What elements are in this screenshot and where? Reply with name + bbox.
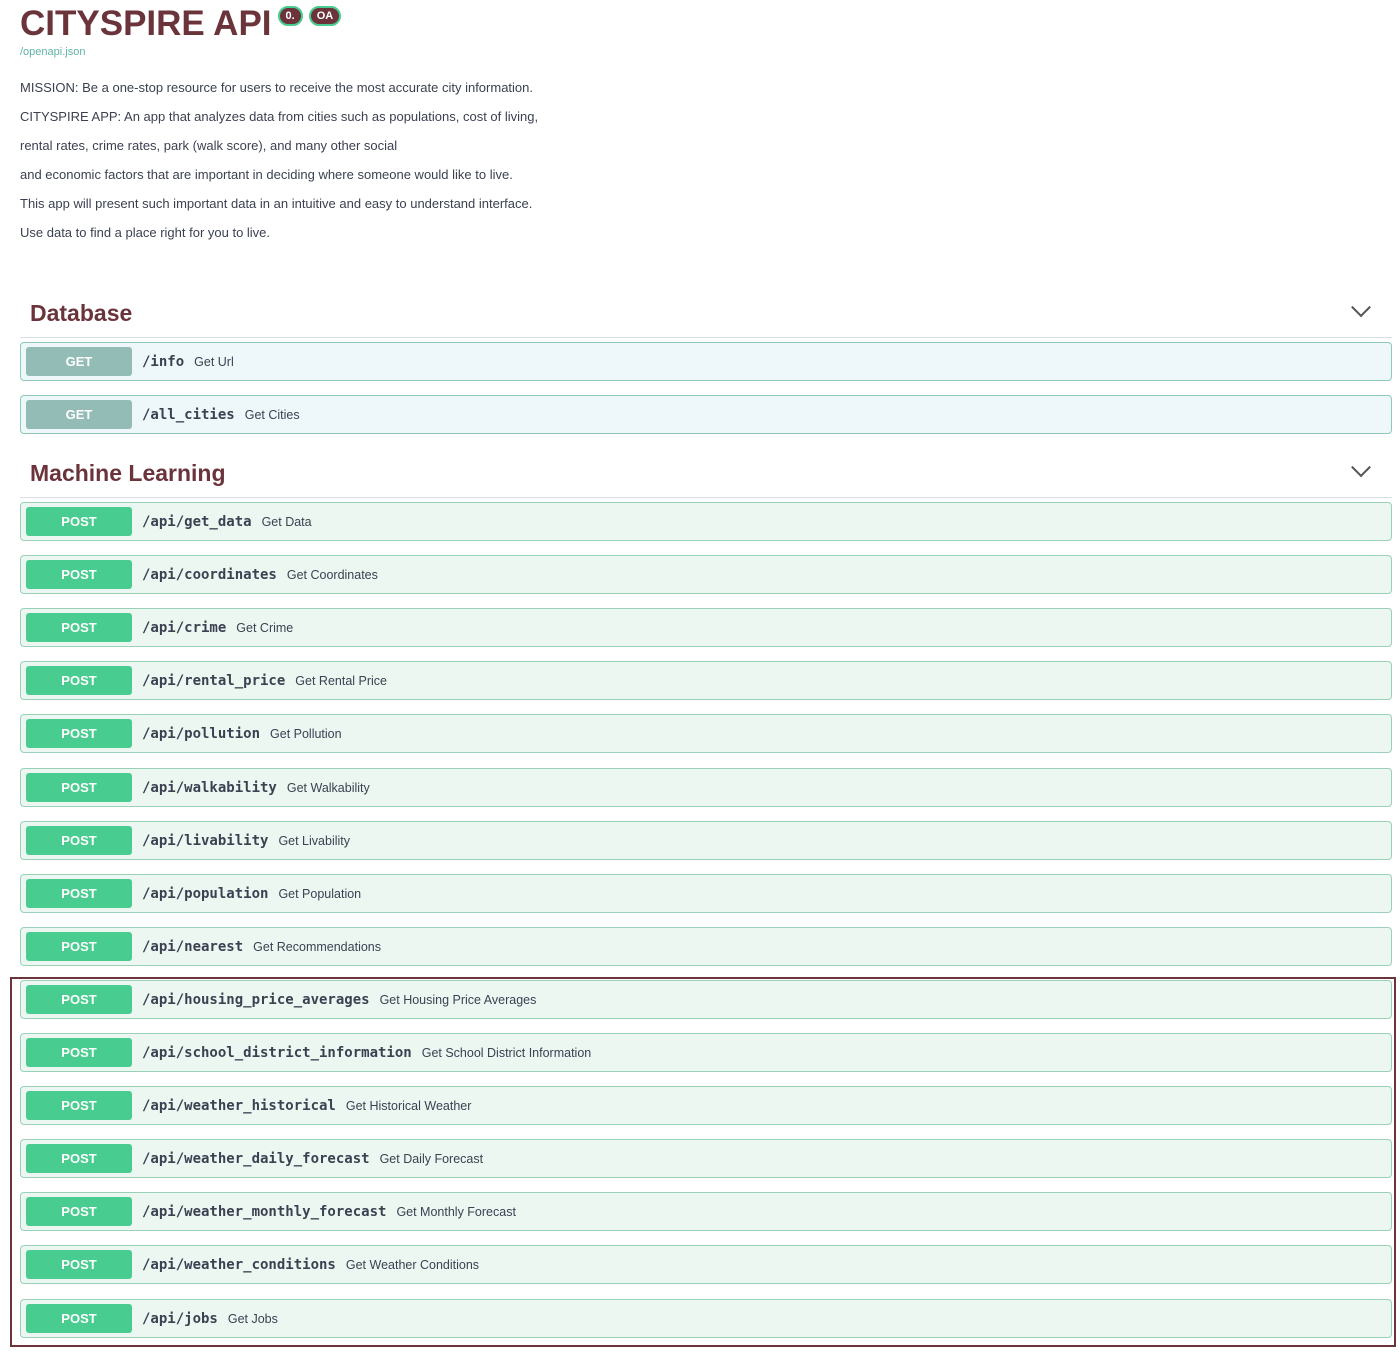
- endpoint-path: /api/pollution: [142, 725, 261, 742]
- method-badge: GET: [26, 400, 132, 429]
- operation-row[interactable]: POST/api/population Get Population: [20, 874, 1392, 913]
- endpoint-summary: Get Coordinates: [286, 567, 378, 582]
- endpoint-summary: Get Pollution: [270, 726, 342, 741]
- operation-row[interactable]: POST/api/rental_price Get Rental Price: [20, 661, 1392, 700]
- endpoint-path: /api/coordinates: [142, 566, 277, 583]
- oas-badge: OA: [308, 6, 342, 26]
- section-title: Machine Learning: [30, 459, 226, 486]
- page-title: CITYSPIRE API 0. OA: [20, 4, 342, 44]
- chevron-down-icon[interactable]: [1351, 457, 1371, 478]
- endpoint-path: /api/crime: [142, 619, 227, 636]
- method-badge: POST: [26, 932, 132, 961]
- endpoint-summary: Get Livability: [278, 833, 350, 848]
- method-badge: POST: [26, 507, 132, 536]
- endpoint-summary: Get Recommendations: [253, 939, 381, 954]
- openapi-json-link[interactable]: /openapi.json: [20, 46, 85, 58]
- operation-row[interactable]: POST/api/crime Get Crime: [20, 608, 1392, 647]
- endpoint-summary: Get Rental Price: [295, 673, 388, 688]
- method-badge: POST: [26, 666, 132, 695]
- endpoint-summary: Get Data: [261, 514, 312, 529]
- operation-row[interactable]: POST/api/get_data Get Data: [20, 502, 1392, 541]
- endpoint-summary: Get Population: [278, 886, 362, 901]
- endpoint-path: /api/get_data: [142, 513, 252, 530]
- version-badge: 0.: [277, 6, 303, 26]
- operation-row[interactable]: GET/all_cities Get Cities: [20, 395, 1392, 434]
- section-header-database[interactable]: Database: [20, 289, 1392, 338]
- endpoint-path: /api/nearest: [142, 938, 244, 955]
- endpoint-summary: Get Url: [194, 354, 234, 369]
- operation-row[interactable]: POST/api/pollution Get Pollution: [20, 714, 1392, 753]
- operation-row[interactable]: POST/api/walkability Get Walkability: [20, 768, 1392, 807]
- endpoint-summary: Get Cities: [244, 407, 300, 422]
- method-badge: POST: [26, 613, 132, 642]
- endpoint-summary: Get Walkability: [286, 780, 370, 795]
- endpoint-path: /api/rental_price: [142, 672, 286, 689]
- endpoint-path: /all_cities: [142, 406, 235, 423]
- endpoint-path: /api/livability: [142, 832, 269, 849]
- endpoint-path: /info: [142, 353, 185, 370]
- method-badge: GET: [26, 347, 132, 376]
- method-badge: POST: [26, 826, 132, 855]
- operation-row[interactable]: GET/info Get Url: [20, 342, 1392, 381]
- endpoint-summary: Get Crime: [236, 620, 294, 635]
- method-badge: POST: [26, 560, 132, 589]
- chevron-down-icon[interactable]: [1351, 297, 1371, 318]
- method-badge: POST: [26, 719, 132, 748]
- api-description: MISSION: Be a one-stop resource for user…: [20, 80, 539, 240]
- section-title: Database: [30, 299, 133, 326]
- operation-row[interactable]: POST/api/livability Get Livability: [20, 821, 1392, 860]
- operation-row[interactable]: POST/api/coordinates Get Coordinates: [20, 555, 1392, 594]
- operation-row[interactable]: POST/api/nearest Get Recommendations: [20, 927, 1392, 966]
- highlight-box: [10, 977, 1396, 1347]
- method-badge: POST: [26, 773, 132, 802]
- endpoint-path: /api/walkability: [142, 779, 277, 796]
- endpoint-path: /api/population: [142, 885, 269, 902]
- method-badge: POST: [26, 879, 132, 908]
- section-header-machine-learning[interactable]: Machine Learning: [20, 449, 1392, 498]
